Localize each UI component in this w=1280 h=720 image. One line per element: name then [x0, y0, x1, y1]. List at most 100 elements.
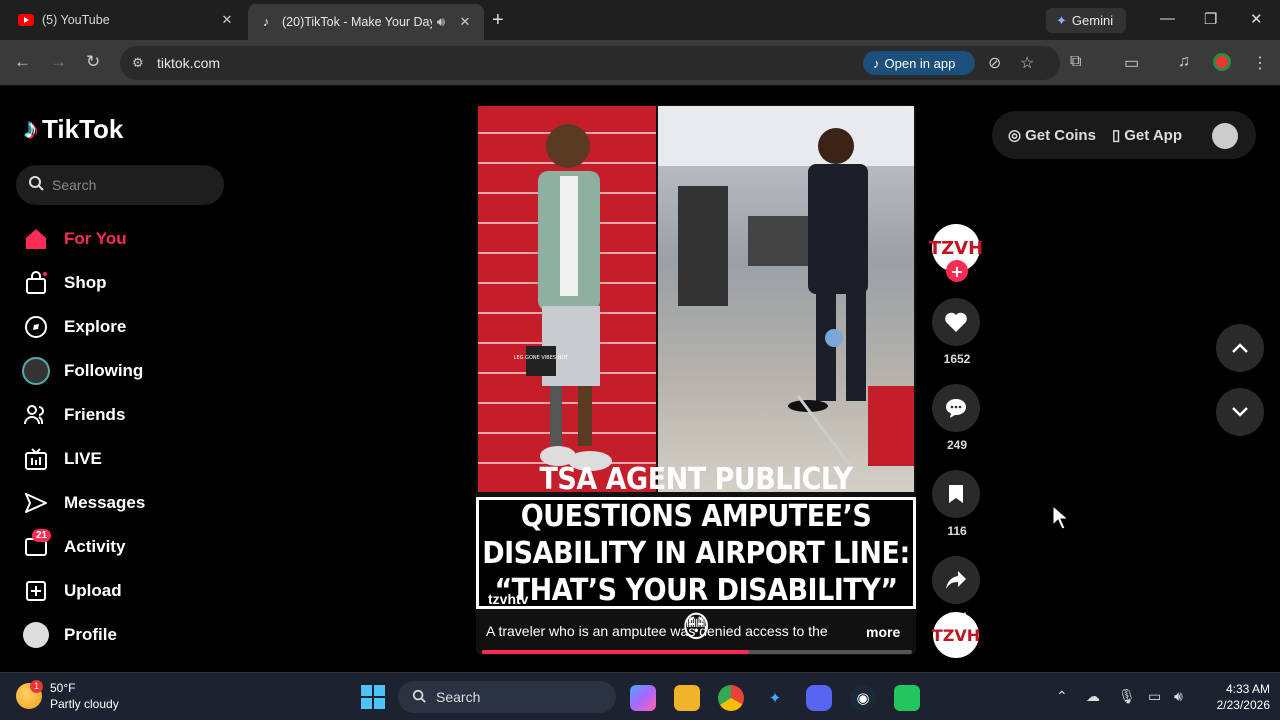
messages-icon: [22, 489, 50, 517]
sidebar-item-live[interactable]: LIVE: [22, 437, 242, 481]
save-button[interactable]: [932, 470, 980, 518]
home-icon: [22, 225, 50, 253]
mouse-cursor-icon: [1052, 504, 1070, 538]
friends-icon: [22, 401, 50, 429]
chevron-down-icon: [1231, 401, 1249, 424]
tab-youtube[interactable]: (5) YouTube ✕: [8, 6, 246, 34]
sidebar-item-upload[interactable]: Upload: [22, 569, 242, 613]
get-coins-button[interactable]: ◎ Get Coins: [1008, 126, 1096, 145]
gemini-app-icon[interactable]: ✦: [762, 685, 788, 711]
weather-condition: Partly cloudy: [50, 697, 119, 711]
sidebar-item-friends[interactable]: Friends: [22, 393, 242, 437]
steam-icon[interactable]: ◉: [850, 685, 876, 711]
discord-icon[interactable]: [806, 685, 832, 711]
user-avatar[interactable]: [1212, 123, 1238, 149]
bookmark-icon: [949, 485, 963, 503]
sidebar-item-activity[interactable]: 21 Activity: [22, 525, 242, 569]
profile-icon[interactable]: [1213, 53, 1231, 71]
chrome-icon[interactable]: [718, 685, 744, 711]
network-icon[interactable]: ☁: [1086, 688, 1100, 705]
weather-temp: 50°F: [50, 681, 76, 695]
weather-badge: 1: [30, 680, 43, 693]
creator-avatar[interactable]: TZVH +: [929, 224, 983, 282]
gemini-button[interactable]: ✦ Gemini: [1046, 8, 1126, 33]
display-icon[interactable]: ▭: [1148, 688, 1161, 705]
clock[interactable]: 4:33 AM 2/23/2026: [1200, 681, 1270, 713]
speaker-icon[interactable]: 🔊︎: [432, 14, 450, 30]
restore-icon[interactable]: ❐: [1204, 10, 1217, 28]
sidebar-item-shop[interactable]: Shop: [22, 261, 242, 305]
sidebar-item-profile[interactable]: Profile: [22, 613, 242, 657]
comment-count: 249: [946, 438, 968, 452]
menu-icon[interactable]: ⋮: [1252, 53, 1268, 73]
save-count: 116: [947, 524, 967, 538]
cast-icon[interactable]: ▭: [1124, 53, 1139, 73]
new-tab-button[interactable]: +: [492, 9, 504, 32]
site-info-icon[interactable]: ⚙: [132, 55, 144, 71]
person-figure: LEG GONE VIBES NOT: [514, 124, 612, 471]
sidebar-item-following[interactable]: Following: [22, 349, 242, 393]
weather-icon: 1: [16, 680, 43, 709]
eye-slash-icon[interactable]: ⊘: [988, 53, 1001, 73]
tab-tiktok[interactable]: ♪ (20)TikTok - Make Your Day 🔊︎ ✕: [248, 4, 484, 40]
comment-button[interactable]: [932, 384, 980, 432]
music-disc[interactable]: TZVH: [932, 612, 980, 658]
video-frame-right: [658, 106, 914, 492]
more-button[interactable]: more: [866, 624, 900, 640]
tiktok-page: ♪ TikTok Search For You Shop Explore Fol…: [0, 87, 1280, 672]
extensions-icon[interactable]: ⧉: [1070, 53, 1081, 71]
get-app-button[interactable]: ▯ Get App: [1111, 126, 1182, 145]
follow-plus-icon[interactable]: +: [946, 260, 968, 282]
share-button[interactable]: [932, 556, 980, 604]
airport-scene: [658, 106, 914, 477]
media-controls-icon[interactable]: ♫: [1178, 53, 1190, 71]
tiktok-logo[interactable]: ♪ TikTok: [24, 113, 123, 145]
tray-overflow-icon[interactable]: ⌃: [1056, 688, 1068, 705]
taskbar-search[interactable]: Search: [398, 681, 616, 713]
back-icon[interactable]: ←: [14, 52, 31, 72]
app-icon[interactable]: [894, 685, 920, 711]
close-tab-icon[interactable]: ✕: [456, 14, 474, 30]
coin-icon: ◎: [1008, 127, 1022, 144]
copilot-icon[interactable]: [630, 685, 656, 711]
minimize-icon[interactable]: —: [1160, 10, 1175, 27]
previous-video-button[interactable]: [1216, 324, 1264, 372]
share-icon: [946, 571, 966, 589]
sidebar-item-for-you[interactable]: For You: [22, 217, 242, 261]
video-author-handle[interactable]: tzvhtv: [488, 591, 528, 607]
open-in-app-button[interactable]: ♪ Open in app: [863, 51, 975, 75]
live-icon: [22, 445, 50, 473]
microphone-icon[interactable]: 🎙︎: [1118, 688, 1136, 705]
youtube-icon: [18, 12, 34, 28]
activity-badge: 21: [32, 529, 52, 542]
top-right-controls: ◎ Get Coins ▯ Get App: [992, 111, 1256, 159]
video-progress-bar[interactable]: [482, 650, 912, 654]
omnibox[interactable]: ⚙ tiktok.com ♪ Open in app ⊘ ☆: [120, 46, 1060, 80]
reload-icon[interactable]: ↻: [86, 52, 100, 72]
volume-icon[interactable]: 🔊︎: [1174, 688, 1183, 705]
start-button[interactable]: [361, 685, 385, 709]
video-player[interactable]: LEG GONE VIBES NOT TSA AGENT PUBLICLY QU…: [476, 105, 916, 655]
phone-icon: ▯: [1111, 127, 1121, 144]
bookmark-star-icon[interactable]: ☆: [1020, 53, 1034, 73]
search-icon: [412, 689, 426, 706]
close-tab-icon[interactable]: ✕: [218, 12, 236, 28]
file-explorer-icon[interactable]: [674, 685, 700, 711]
comment-icon: [946, 399, 966, 418]
tiktok-logo-icon: ♪: [24, 113, 38, 144]
next-video-button[interactable]: [1216, 388, 1264, 436]
close-window-icon[interactable]: ✕: [1250, 10, 1263, 28]
address-toolbar: ← → ↻ ⚙ tiktok.com ♪ Open in app ⊘ ☆ ⧉ ▭…: [0, 40, 1280, 86]
forward-icon[interactable]: →: [50, 52, 67, 72]
weather-widget[interactable]: 1 50°F Partly cloudy: [16, 680, 119, 712]
upload-icon: [22, 577, 50, 605]
url-text[interactable]: tiktok.com: [157, 55, 220, 71]
sidebar-item-messages[interactable]: Messages: [22, 481, 242, 525]
sidebar-nav: For You Shop Explore Following Friends L…: [22, 217, 242, 657]
compass-icon: [22, 313, 50, 341]
sidebar-item-explore[interactable]: Explore: [22, 305, 242, 349]
search-placeholder: Search: [52, 177, 97, 193]
video-headline: TSA AGENT PUBLICLY QUESTIONS AMPUTEE’S D…: [476, 462, 916, 644]
search-input[interactable]: Search: [16, 165, 224, 205]
like-button[interactable]: [932, 298, 980, 346]
